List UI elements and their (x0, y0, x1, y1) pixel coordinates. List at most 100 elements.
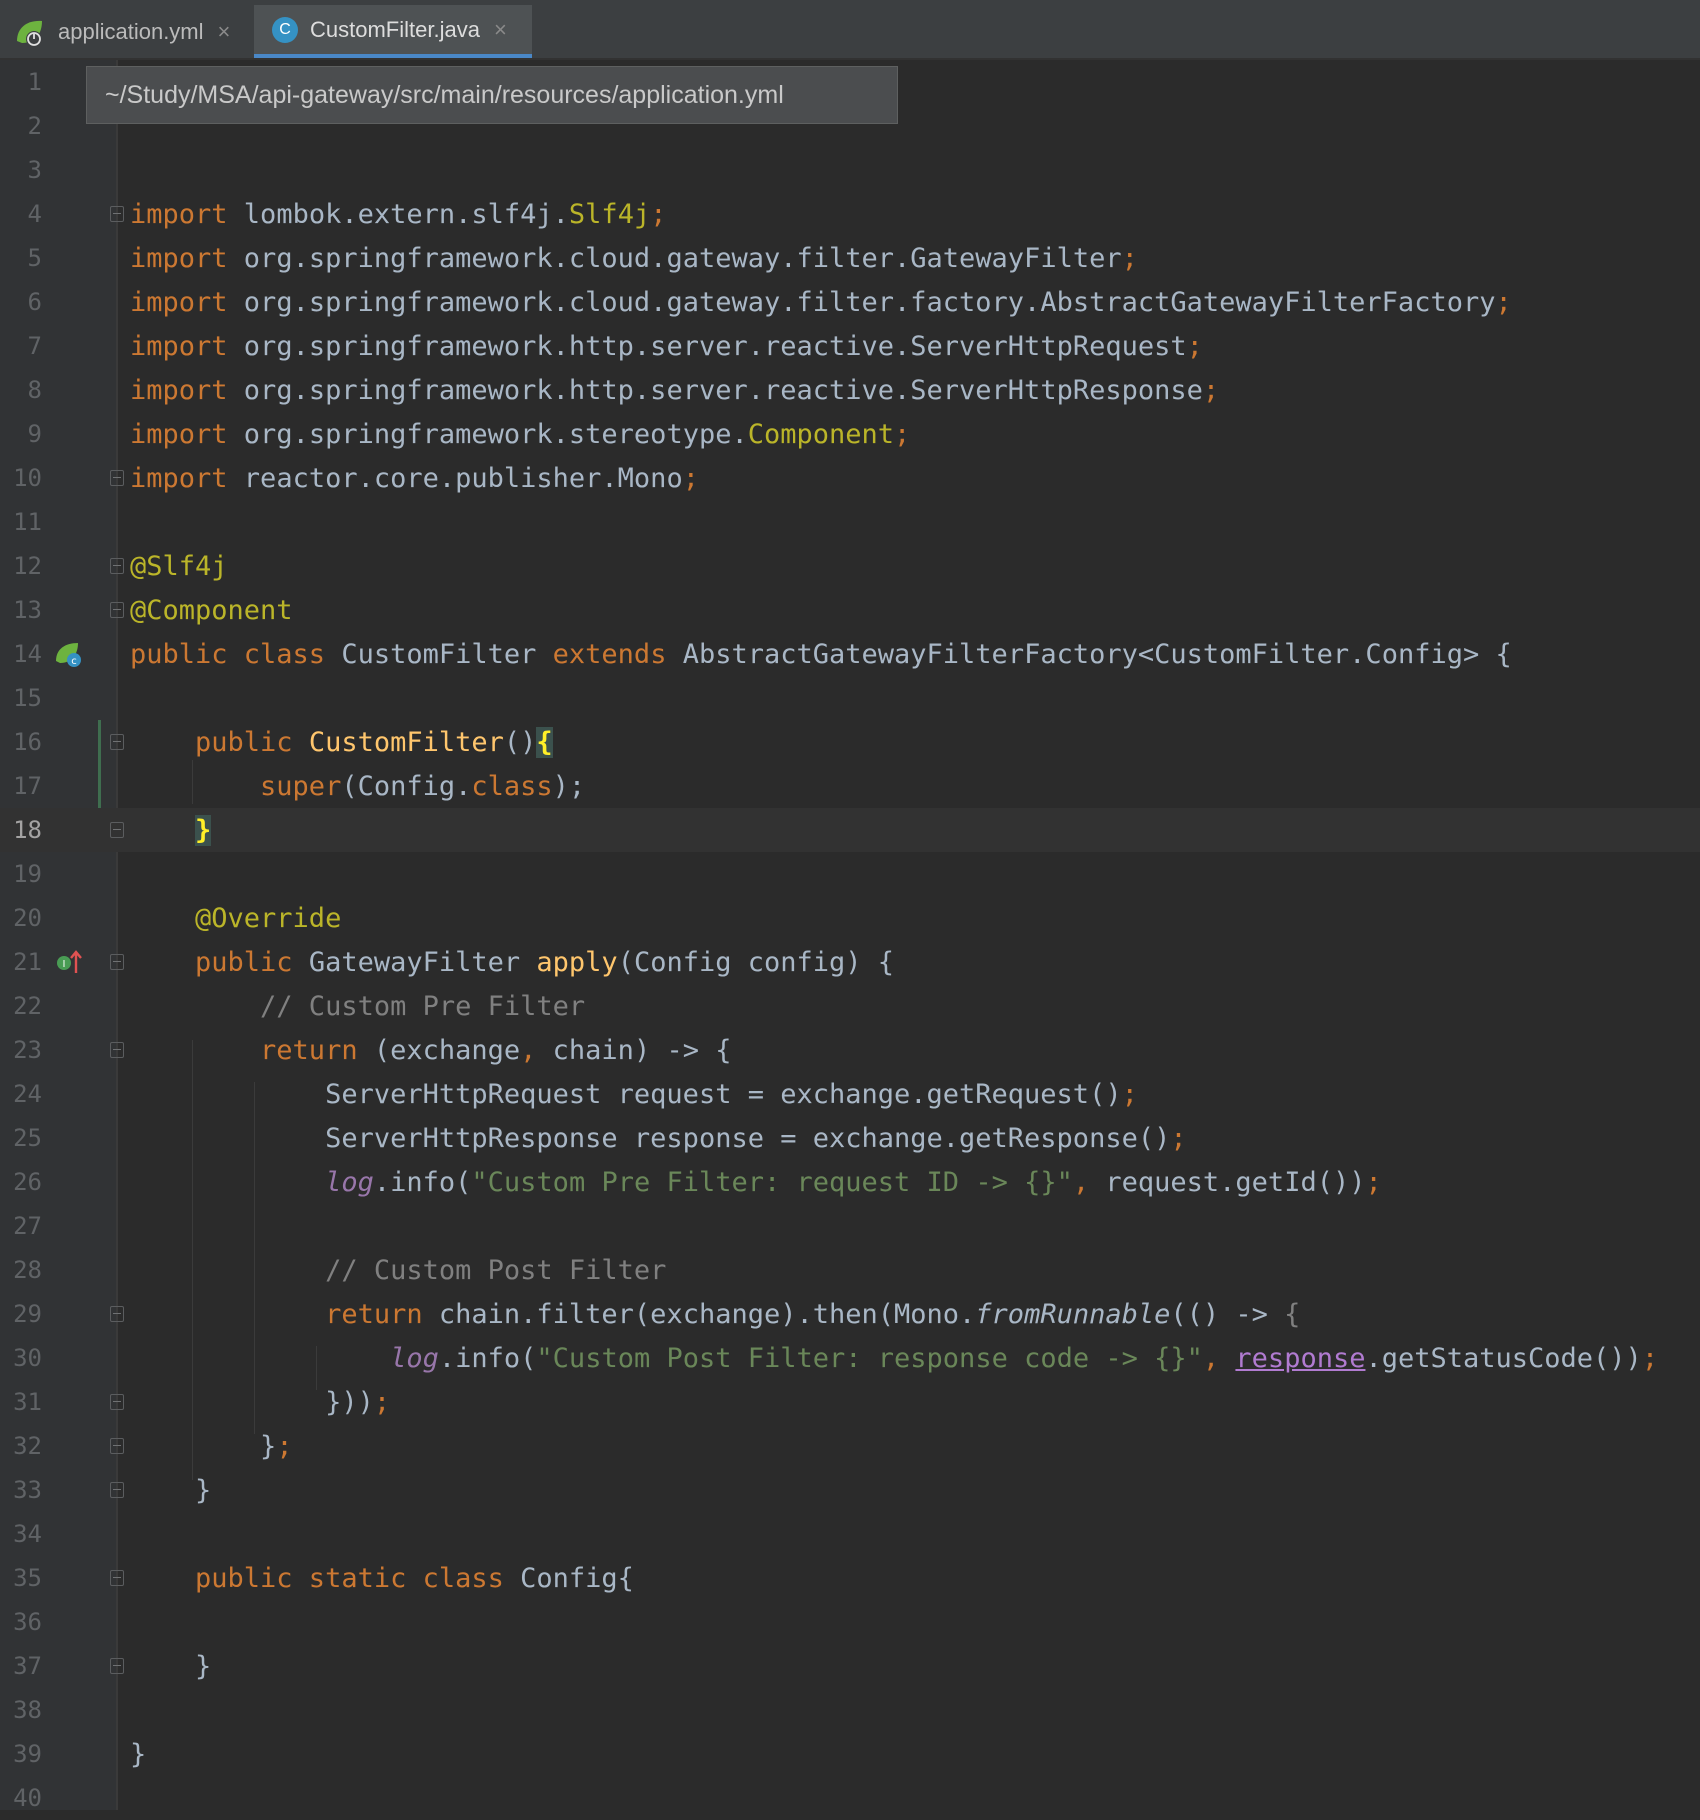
code-line[interactable]: 36 (0, 1600, 1700, 1644)
fold-marker-icon[interactable] (110, 1482, 124, 1498)
code-line[interactable]: 8 import org.springframework.http.server… (0, 368, 1700, 412)
code-line[interactable]: 27 (0, 1204, 1700, 1248)
line-number: 18 (13, 816, 42, 844)
code-text: @Slf4j (130, 550, 228, 582)
line-number: 7 (27, 332, 42, 360)
code-line[interactable]: 20 @Override (0, 896, 1700, 940)
code-line[interactable]: 22 // Custom Pre Filter (0, 984, 1700, 1028)
line-number: 32 (13, 1432, 42, 1460)
code-line[interactable]: 10 import reactor.core.publisher.Mono; (0, 456, 1700, 500)
code-editor[interactable]: 1 2 3 4 import lombok.extern.slf4j.Slf4j… (0, 60, 1700, 1812)
code-text: return chain.filter(exchange).then(Mono.… (130, 1298, 1301, 1330)
code-text: ServerHttpResponse response = exchange.g… (130, 1122, 1187, 1154)
code-text: } (130, 1650, 212, 1682)
line-number: 16 (13, 728, 42, 756)
line-number: 26 (13, 1168, 42, 1196)
tab-customfilter-java[interactable]: C CustomFilter.java × (254, 5, 532, 58)
code-line[interactable]: 32 }; (0, 1424, 1700, 1468)
line-number: 30 (13, 1344, 42, 1372)
line-number: 37 (13, 1652, 42, 1680)
code-line[interactable]: 29 return chain.filter(exchange).then(Mo… (0, 1292, 1700, 1336)
override-method-icon[interactable]: I (54, 947, 84, 977)
code-line[interactable]: 35 public static class Config{ (0, 1556, 1700, 1600)
spring-bean-icon[interactable]: c (54, 639, 84, 669)
line-number: 15 (13, 684, 42, 712)
fold-marker-icon[interactable] (110, 206, 124, 222)
fold-marker-icon[interactable] (110, 470, 124, 486)
line-number: 36 (13, 1608, 42, 1636)
code-line[interactable]: 34 (0, 1512, 1700, 1556)
code-text: log.info("Custom Pre Filter: request ID … (325, 1166, 1382, 1198)
code-line[interactable]: 13 @Component (0, 588, 1700, 632)
line-number: 21 (13, 948, 42, 976)
code-line[interactable]: 5 import org.springframework.cloud.gatew… (0, 236, 1700, 280)
line-number: 35 (13, 1564, 42, 1592)
code-line[interactable]: 17 super(Config.class); (0, 764, 1700, 808)
code-line[interactable]: 21 I public GatewayFilter apply(Config c… (0, 940, 1700, 984)
fold-marker-icon[interactable] (110, 1438, 124, 1454)
close-icon[interactable]: × (494, 17, 507, 43)
line-number: 33 (13, 1476, 42, 1504)
line-number: 5 (27, 244, 42, 272)
tab-application-yml[interactable]: application.yml × (14, 5, 250, 58)
code-line[interactable]: 9 import org.springframework.stereotype.… (0, 412, 1700, 456)
svg-text:c: c (71, 656, 77, 667)
code-line[interactable]: 12 @Slf4j (0, 544, 1700, 588)
line-number: 34 (13, 1520, 42, 1548)
code-line[interactable]: 40 (0, 1776, 1700, 1820)
code-text: public static class Config{ (130, 1562, 634, 1594)
code-line[interactable]: 23 return (exchange, chain) -> { (0, 1028, 1700, 1072)
code-text: import org.springframework.cloud.gateway… (130, 242, 1138, 274)
spring-boot-icon (14, 15, 48, 49)
fold-marker-icon[interactable] (110, 822, 124, 838)
code-line-current[interactable]: 18 } (0, 808, 1700, 852)
fold-marker-icon[interactable] (110, 1306, 124, 1322)
code-line[interactable]: 28 // Custom Post Filter (0, 1248, 1700, 1292)
line-number: 31 (13, 1388, 42, 1416)
line-number: 11 (13, 508, 42, 536)
code-line[interactable]: 4 import lombok.extern.slf4j.Slf4j; (0, 192, 1700, 236)
code-line[interactable]: 38 (0, 1688, 1700, 1732)
line-number: 10 (13, 464, 42, 492)
code-line[interactable]: 25 ServerHttpResponse response = exchang… (0, 1116, 1700, 1160)
tab-label: application.yml (58, 18, 204, 44)
code-line[interactable]: 3 (0, 148, 1700, 192)
file-path-tooltip: ~/Study/MSA/api-gateway/src/main/resourc… (86, 66, 898, 124)
fold-marker-icon[interactable] (110, 1394, 124, 1410)
code-text: import reactor.core.publisher.Mono; (130, 462, 699, 494)
code-line[interactable]: 37 } (0, 1644, 1700, 1688)
code-text: } (195, 814, 212, 846)
code-line[interactable]: 33 } (0, 1468, 1700, 1512)
code-line[interactable]: 14 c public class CustomFilter extends A… (0, 632, 1700, 676)
code-text: super(Config.class); (130, 770, 586, 802)
code-text: import org.springframework.http.server.r… (130, 374, 1220, 406)
fold-marker-icon[interactable] (110, 1658, 124, 1674)
code-line[interactable]: 15 (0, 676, 1700, 720)
line-number: 25 (13, 1124, 42, 1152)
code-line[interactable]: 11 (0, 500, 1700, 544)
line-number: 4 (27, 200, 42, 228)
fold-marker-icon[interactable] (110, 954, 124, 970)
close-icon[interactable]: × (218, 19, 231, 45)
code-line[interactable]: 31 })); (0, 1380, 1700, 1424)
line-number: 2 (27, 112, 42, 140)
code-line[interactable]: 24 ServerHttpRequest request = exchange.… (0, 1072, 1700, 1116)
fold-marker-icon[interactable] (110, 602, 124, 618)
line-number: 13 (13, 596, 42, 624)
editor-tab-bar: application.yml × C CustomFilter.java × (0, 0, 1700, 60)
code-text: import org.springframework.cloud.gateway… (130, 286, 1512, 318)
code-line[interactable]: 16 public CustomFilter(){ (0, 720, 1700, 764)
line-number: 19 (13, 860, 42, 888)
fold-marker-icon[interactable] (110, 558, 124, 574)
code-line[interactable]: 26 log.info("Custom Pre Filter: request … (0, 1160, 1700, 1204)
code-line[interactable]: 6 import org.springframework.cloud.gatew… (0, 280, 1700, 324)
fold-marker-icon[interactable] (110, 1570, 124, 1586)
fold-marker-icon[interactable] (110, 1042, 124, 1058)
fold-marker-icon[interactable] (110, 734, 124, 750)
line-number: 9 (27, 420, 42, 448)
code-line[interactable]: 30 log.info("Custom Post Filter: respons… (0, 1336, 1700, 1380)
code-text: } (130, 1474, 212, 1506)
code-line[interactable]: 39 } (0, 1732, 1700, 1776)
code-line[interactable]: 7 import org.springframework.http.server… (0, 324, 1700, 368)
code-line[interactable]: 19 (0, 852, 1700, 896)
